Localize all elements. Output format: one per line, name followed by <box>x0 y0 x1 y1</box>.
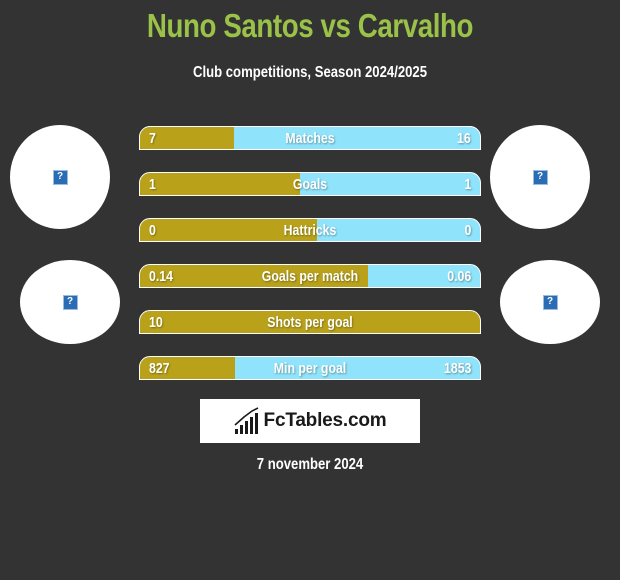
stat-row-min-per-goal: 827 Min per goal 1853 <box>139 356 481 380</box>
page-subtitle: Club competitions, Season 2024/2025 <box>192 64 428 81</box>
logo-text: FcTables.com <box>263 410 387 431</box>
right-player-photo[interactable]: ? <box>490 125 590 229</box>
right-value: 0 <box>464 221 471 239</box>
stat-row-goals: 1 Goals 1 <box>139 172 481 196</box>
stat-label: Shots per goal <box>267 313 353 331</box>
stat-label: Hattricks <box>283 221 337 239</box>
left-value: 10 <box>149 313 163 331</box>
right-player-club-logo[interactable]: ? <box>500 260 600 344</box>
left-value: 0 <box>149 221 156 239</box>
stat-label: Matches <box>285 129 335 147</box>
stat-label: Goals per match <box>261 267 359 285</box>
stat-label: Goals <box>292 175 328 193</box>
right-value: 1853 <box>443 359 471 377</box>
broken-image-icon: ? <box>52 169 68 185</box>
stat-label: Min per goal <box>273 359 347 377</box>
right-value: 1 <box>464 175 471 193</box>
left-player-photo[interactable]: ? <box>10 125 110 229</box>
date-label: 7 november 2024 <box>256 456 364 473</box>
stat-row-hattricks: 0 Hattricks 0 <box>139 218 481 242</box>
stat-row-shots-per-goal: 10 Shots per goal <box>139 310 481 334</box>
broken-image-icon: ? <box>532 169 548 185</box>
left-value: 827 <box>149 359 170 377</box>
stat-row-matches: 7 Matches 16 <box>139 126 481 150</box>
stat-row-goals-per-match: 0.14 Goals per match 0.06 <box>139 264 481 288</box>
bar-chart-icon <box>234 407 258 434</box>
right-value: 0.06 <box>447 267 471 285</box>
left-value: 0.14 <box>149 267 173 285</box>
page-title: Nuno Santos vs Carvalho <box>146 7 474 44</box>
left-player-club-logo[interactable]: ? <box>20 260 120 344</box>
fctables-logo-link[interactable]: FcTables.com <box>200 399 420 443</box>
left-value: 1 <box>149 175 156 193</box>
broken-image-icon: ? <box>542 294 558 310</box>
broken-image-icon: ? <box>62 294 78 310</box>
right-value: 16 <box>457 129 471 147</box>
left-value: 7 <box>149 129 156 147</box>
